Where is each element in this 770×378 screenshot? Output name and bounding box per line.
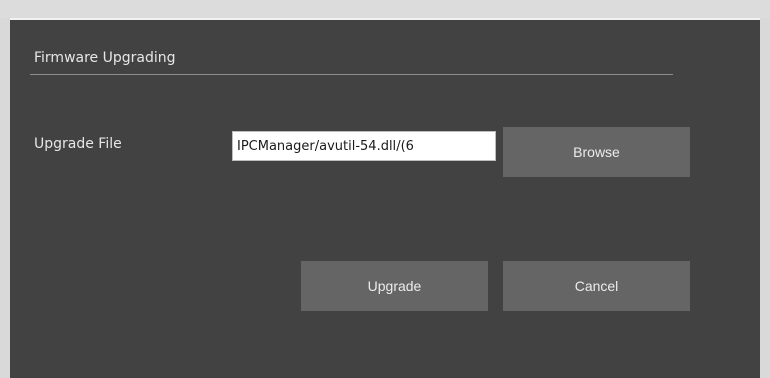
section-title: Firmware Upgrading [34,50,176,66]
section-divider [30,74,673,75]
upgrade-file-input[interactable] [232,131,496,161]
cancel-button[interactable]: Cancel [503,261,690,311]
upgrade-file-label: Upgrade File [34,136,122,152]
firmware-upgrade-dialog: Firmware Upgrading Upgrade File Browse U… [10,18,760,378]
upgrade-button[interactable]: Upgrade [301,261,488,311]
window-top-strip [0,0,770,18]
browse-button[interactable]: Browse [503,127,690,177]
